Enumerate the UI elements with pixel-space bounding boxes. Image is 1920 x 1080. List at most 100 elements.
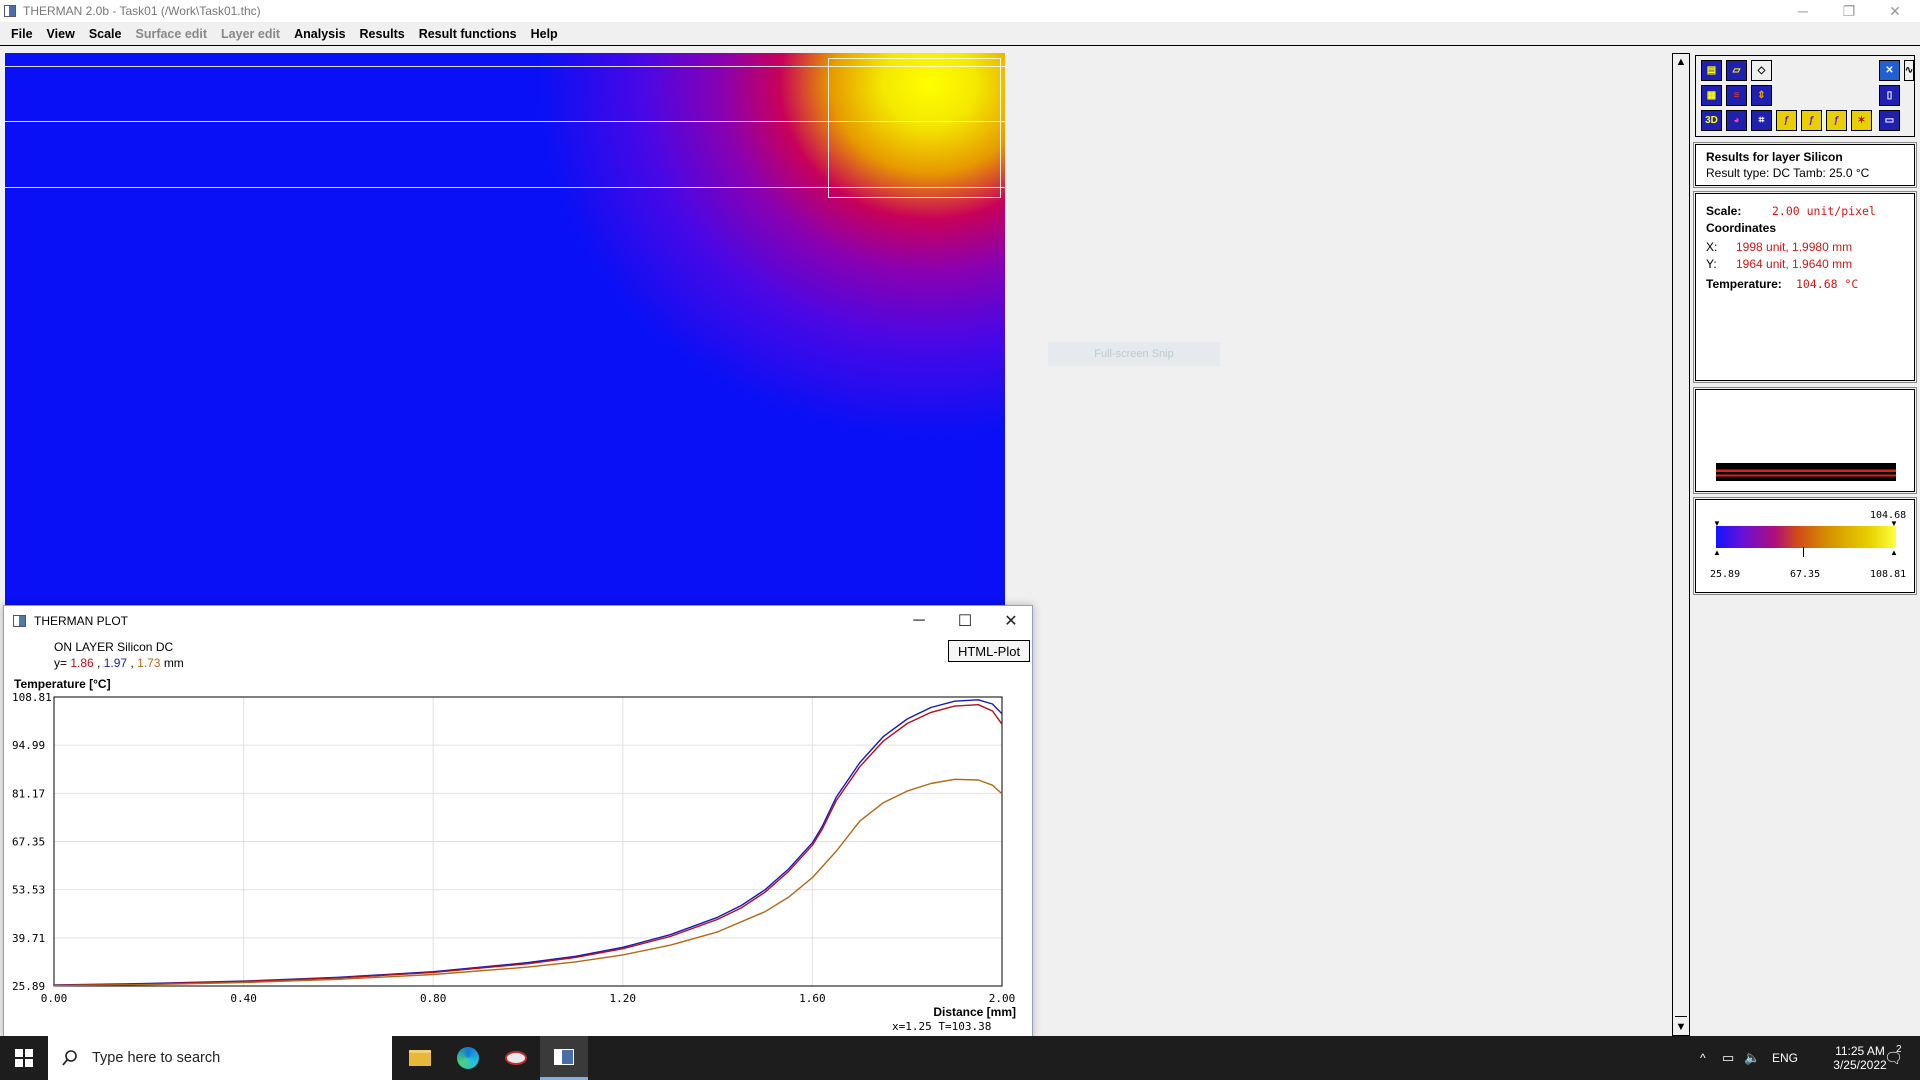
3d-view-icon[interactable]: 3D	[1701, 110, 1722, 131]
sun-icon[interactable]: ✶	[1851, 110, 1872, 131]
function-2-icon[interactable]: ƒ	[1801, 110, 1822, 131]
layer-preview-panel	[1693, 387, 1917, 494]
color-scale-min: 25.89	[1710, 569, 1741, 580]
x-label: X:	[1706, 239, 1718, 254]
color-scale-max: 108.81	[1870, 569, 1907, 580]
coordinates-panel: Scale: 2.00 unit/pixel Coordinates X: 19…	[1693, 191, 1917, 383]
close-button[interactable]: ✕	[1872, 0, 1918, 22]
color-scale-current-value: 104.68	[1870, 510, 1907, 521]
app-icon	[4, 5, 16, 17]
plot-window: THERMAN PLOT ─ ☐ ✕ ON LAYER Silicon DC y…	[3, 605, 1033, 1037]
start-button[interactable]	[0, 1036, 48, 1080]
clock-date: 3/25/2022	[1833, 1058, 1887, 1072]
taskbar: Type here to search ^ ▭ 🔈 ENG 11:25 AM 3…	[0, 1036, 1920, 1080]
x-tick-label: 1.20	[610, 992, 637, 1005]
y-tick-label: 94.99	[12, 739, 45, 752]
panel-view-icon[interactable]: ▭	[1879, 110, 1900, 131]
scale-view-icon[interactable]: ⌗	[1751, 110, 1772, 131]
clock-time: 11:25 AM	[1835, 1044, 1885, 1058]
temperature-chart: Temperature [°C]25.8939.7153.5367.3581.1…	[12, 677, 1016, 1019]
layers-icon[interactable]: ≡	[1726, 85, 1747, 106]
new-icon[interactable]: ▤	[1701, 60, 1722, 81]
y-tick-label: 39.71	[12, 932, 45, 945]
y-tick-label: 81.17	[12, 787, 45, 800]
thermal-map-canvas[interactable]	[5, 53, 1005, 605]
color-scale-mid: 67.35	[1790, 569, 1821, 580]
max-handle-icon[interactable]: ▲	[1890, 548, 1898, 557]
min-handle-icon[interactable]: ▲	[1713, 548, 1721, 557]
menu-analysis[interactable]: Analysis	[287, 27, 352, 41]
mid-tick	[1803, 547, 1804, 557]
result-heading: Results for layer Silicon	[1706, 150, 1843, 164]
x-tick-label: 0.40	[230, 992, 257, 1005]
menu-bar: File View Scale Surface edit Layer edit …	[0, 22, 1920, 46]
y-tick-label: 108.81	[12, 691, 52, 704]
y-label: Y:	[1706, 256, 1717, 271]
result-type-line: Result type: DC Tamb: 25.0 °C	[1706, 166, 1870, 180]
y-axis-label: Temperature [°C]	[14, 677, 111, 691]
minimize-button[interactable]: ─	[1780, 0, 1826, 22]
window-titlebar: THERMAN 2.0b - Task01 (/Work\Task01.thc)…	[0, 0, 1920, 22]
menu-file[interactable]: File	[4, 27, 40, 41]
coordinates-label: Coordinates	[1706, 220, 1777, 235]
x-axis-label: Distance [mm]	[933, 1005, 1016, 1019]
heat-source-outline	[828, 58, 1001, 198]
thermal-view-icon[interactable]: ◕	[1726, 110, 1747, 131]
menu-layer-edit[interactable]: Layer edit	[214, 27, 287, 41]
scroll-up-arrow-icon[interactable]: ▲	[1673, 54, 1689, 70]
color-scale-panel: 104.68 ▼ ▼ ▲ ▲ 25.89 67.35 108.81	[1693, 497, 1917, 595]
x-tick-label: 0.00	[41, 992, 68, 1005]
result-info-panel: Results for layer Silicon Result type: D…	[1693, 142, 1917, 188]
series-line-2	[53, 704, 1003, 986]
scale-label: Scale:	[1706, 203, 1742, 218]
menu-help[interactable]: Help	[524, 27, 565, 41]
menu-results[interactable]: Results	[353, 27, 412, 41]
open-icon[interactable]: ▱	[1726, 60, 1747, 81]
function-1-icon[interactable]: ƒ	[1776, 110, 1797, 131]
edge-browser-icon[interactable]	[444, 1036, 492, 1080]
volume-icon[interactable]: 🔈	[1744, 1036, 1760, 1080]
notification-count: 2	[1896, 1043, 1902, 1055]
taskbar-search-box[interactable]: Type here to search	[48, 1036, 392, 1080]
temperature-label: Temperature:	[1706, 276, 1782, 291]
language-indicator[interactable]: ENG	[1772, 1036, 1798, 1080]
menu-surface-edit[interactable]: Surface edit	[128, 27, 214, 41]
vertical-scrollbar[interactable]: ▲ ▼	[1672, 53, 1690, 1036]
x-tick-label: 0.80	[420, 992, 447, 1005]
menu-scale[interactable]: Scale	[82, 27, 129, 41]
y-tick-label: 53.53	[12, 884, 45, 897]
color-scale-bar	[1716, 526, 1896, 548]
search-placeholder: Type here to search	[92, 1050, 221, 1066]
layout-icon[interactable]: ▦	[1701, 85, 1722, 106]
windows-logo-icon	[15, 1049, 33, 1067]
graph-icon[interactable]: ∿	[1904, 60, 1914, 81]
snip-tooltip: Full-screen Snip	[1048, 342, 1220, 366]
x-tick-label: 2.00	[989, 992, 1016, 1005]
series-line-3	[53, 778, 1003, 987]
scale-value: 2.00 unit/pixel	[1772, 203, 1876, 218]
tool-palette: ▤ ▱ ◇ ▦ ≡ ⇕ 3D ◕ ⌗ ƒ ƒ ƒ ✶ ✕ ▯ ▭ ∿	[1695, 55, 1915, 137]
layer-stack-preview	[1716, 463, 1896, 481]
function-3-icon[interactable]: ƒ	[1826, 110, 1847, 131]
menu-view[interactable]: View	[40, 27, 82, 41]
therman-taskbar-icon[interactable]	[540, 1036, 588, 1080]
search-icon	[62, 1050, 77, 1066]
show-hidden-icons-icon[interactable]: ^	[1700, 1036, 1706, 1080]
file-explorer-icon[interactable]	[396, 1036, 444, 1080]
y-tick-label: 67.35	[12, 836, 45, 849]
network-icon[interactable]: ▭	[1722, 1036, 1734, 1080]
menu-result-functions[interactable]: Result functions	[412, 27, 524, 41]
scroll-down-arrow-icon[interactable]: ▼	[1673, 1019, 1689, 1035]
cursor-readout: x=1.25 T=103.38	[892, 1020, 992, 1033]
series-line-1	[53, 699, 1003, 986]
y-coordinate-value: 1964 unit, 1.9640 mm	[1736, 256, 1853, 271]
scroll-track[interactable]	[1675, 72, 1687, 1017]
snipping-tool-icon[interactable]	[492, 1036, 540, 1080]
erase-icon[interactable]: ◇	[1751, 60, 1772, 81]
x-coordinate-value: 1998 unit, 1.9980 mm	[1736, 239, 1853, 254]
stack-icon[interactable]: ⇕	[1751, 85, 1772, 106]
zoom-fit-icon[interactable]: ✕	[1879, 60, 1900, 81]
split-view-icon[interactable]: ▯	[1879, 85, 1900, 106]
temperature-value: 104.68 °C	[1796, 276, 1859, 291]
restore-button[interactable]: ❐	[1826, 0, 1872, 22]
